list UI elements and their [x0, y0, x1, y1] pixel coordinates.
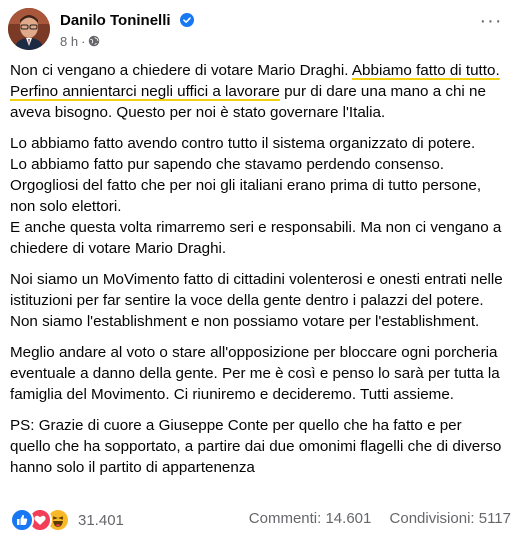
shares-count[interactable]: Condivisioni: 5117 [390, 510, 511, 527]
paragraph-2-line-1: Lo abbiamo fatto avendo contro tutto il … [10, 135, 476, 152]
engagement-stats: Commenti: 14.601 Condivisioni: 5117 [249, 510, 511, 527]
paragraph-1: Non ci vengano a chiedere di votare Mari… [10, 60, 505, 123]
reaction-count[interactable]: 31.401 [78, 512, 124, 529]
meta-separator: · [81, 34, 86, 49]
paragraph-4: Meglio andare al voto o stare all'opposi… [10, 344, 500, 403]
post-header: Danilo Toninelli 8 h · ··· [8, 8, 511, 54]
avatar-image [8, 8, 50, 50]
author-name-text[interactable]: Danilo Toninelli [60, 12, 171, 29]
paragraph-2-line-4: E anche questa volta rimarremo seri e re… [10, 219, 502, 257]
paragraph-1-start: Non ci vengano a chiedere di votare Mari… [10, 62, 352, 79]
paragraph-2-line-2: Lo abbiamo fatto pur sapendo che stavamo… [10, 156, 444, 173]
facebook-post: Danilo Toninelli 8 h · ··· Non ci vengano… [0, 0, 519, 543]
paragraph-2: Lo abbiamo fatto avendo contro tutto il … [10, 133, 505, 259]
verified-badge-icon [179, 13, 194, 27]
paragraph-5-ps: PS: Grazie di cuore a Giuseppe Conte per… [10, 417, 502, 476]
more-options-button[interactable]: ··· [475, 11, 507, 38]
author-avatar[interactable] [8, 8, 50, 50]
reactions-summary[interactable]: 31.401 [10, 508, 124, 532]
post-footer: 31.401 Commenti: 14.601 Condivisioni: 51… [10, 508, 511, 532]
more-horizontal-icon[interactable]: ··· [480, 10, 503, 32]
comments-count[interactable]: Commenti: 14.601 [249, 510, 372, 527]
post-body: Non ci vengano a chiedere di votare Mari… [10, 60, 505, 488]
paragraph-2-line-3: Orgogliosi del fatto che per noi gli ita… [10, 177, 482, 215]
globe-icon[interactable] [88, 35, 100, 47]
post-timestamp[interactable]: 8 h [60, 34, 78, 49]
like-icon[interactable] [10, 508, 34, 532]
paragraph-3: Noi siamo un MoVimento fatto di cittadin… [10, 271, 503, 330]
post-meta: 8 h · [60, 34, 100, 49]
author-name[interactable]: Danilo Toninelli [60, 12, 194, 29]
